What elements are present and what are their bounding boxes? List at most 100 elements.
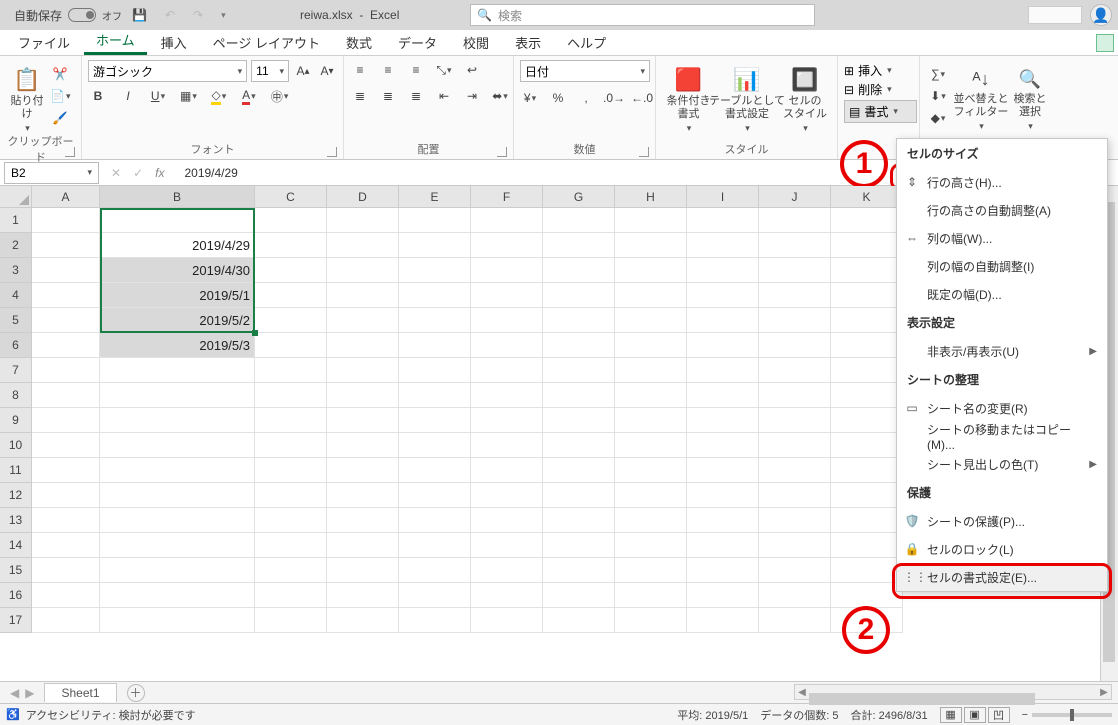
cell[interactable] — [615, 533, 687, 558]
align-left-icon[interactable]: ≣ — [350, 86, 370, 106]
cell[interactable] — [100, 408, 255, 433]
row-header[interactable]: 2 — [0, 233, 32, 258]
cell[interactable] — [615, 308, 687, 333]
cell[interactable] — [327, 533, 399, 558]
cell[interactable] — [687, 483, 759, 508]
cell[interactable] — [399, 333, 471, 358]
cell[interactable] — [759, 583, 831, 608]
cell[interactable] — [255, 483, 327, 508]
cell[interactable] — [831, 608, 903, 633]
cell[interactable] — [471, 583, 543, 608]
cell[interactable] — [471, 483, 543, 508]
cell[interactable] — [543, 608, 615, 633]
format-cells-button[interactable]: ▤書式▾ — [844, 100, 917, 123]
fill-icon[interactable]: ⬇▾ — [928, 86, 948, 106]
cell[interactable] — [615, 383, 687, 408]
menu-default-width[interactable]: 既定の幅(D)... — [897, 280, 1107, 308]
delete-cells-button[interactable]: ⊟削除▾ — [844, 81, 917, 98]
underline-button[interactable]: U▾ — [148, 86, 168, 106]
view-switcher[interactable]: ▦ ▣ 凹 — [940, 707, 1010, 723]
save-icon[interactable]: 💾 — [132, 8, 147, 22]
cell[interactable] — [543, 508, 615, 533]
cell[interactable] — [831, 233, 903, 258]
cell[interactable] — [687, 383, 759, 408]
cell[interactable] — [471, 233, 543, 258]
row-header[interactable]: 15 — [0, 558, 32, 583]
col-header[interactable]: K — [831, 186, 903, 208]
cell[interactable] — [399, 233, 471, 258]
copy-icon[interactable]: 📄▾ — [48, 86, 72, 106]
cell[interactable] — [759, 283, 831, 308]
cell[interactable] — [255, 508, 327, 533]
cell[interactable] — [831, 208, 903, 233]
undo-icon[interactable]: ↶ — [165, 8, 175, 22]
cell[interactable] — [100, 533, 255, 558]
cell[interactable] — [255, 358, 327, 383]
menu-lock-cell[interactable]: 🔒セルのロック(L) — [897, 535, 1107, 563]
format-as-table-button[interactable]: 📊 テーブルとして 書式設定▾ — [715, 60, 779, 141]
cut-icon[interactable]: ✂️ — [48, 64, 72, 84]
align-bottom-icon[interactable]: ≡ — [406, 60, 426, 80]
cell[interactable] — [100, 358, 255, 383]
col-header[interactable]: E — [399, 186, 471, 208]
cell[interactable] — [687, 308, 759, 333]
cell[interactable] — [543, 558, 615, 583]
cell[interactable] — [32, 433, 100, 458]
row-header[interactable]: 17 — [0, 608, 32, 633]
row-header[interactable]: 13 — [0, 508, 32, 533]
row-header[interactable]: 8 — [0, 383, 32, 408]
row-header[interactable]: 6 — [0, 333, 32, 358]
tab-formulas[interactable]: 数式 — [334, 29, 384, 55]
menu-autofit-col[interactable]: 列の幅の自動調整(I) — [897, 252, 1107, 280]
cell[interactable] — [100, 558, 255, 583]
cell[interactable] — [831, 408, 903, 433]
decrease-indent-icon[interactable]: ⇤ — [434, 86, 454, 106]
cell[interactable] — [543, 208, 615, 233]
cell[interactable] — [615, 208, 687, 233]
cell[interactable] — [759, 458, 831, 483]
cell[interactable] — [831, 558, 903, 583]
cell[interactable] — [687, 283, 759, 308]
cell[interactable] — [327, 408, 399, 433]
fill-color-button[interactable]: ◇▾ — [209, 86, 229, 106]
cell[interactable] — [831, 308, 903, 333]
cell[interactable] — [471, 408, 543, 433]
cell[interactable] — [471, 508, 543, 533]
cell[interactable] — [399, 358, 471, 383]
cell[interactable] — [327, 558, 399, 583]
cell[interactable] — [255, 233, 327, 258]
cell[interactable] — [32, 283, 100, 308]
col-header[interactable]: H — [615, 186, 687, 208]
enter-formula-icon[interactable]: ✓ — [133, 166, 143, 180]
cell-styles-button[interactable]: 🔲 セルの スタイル▾ — [779, 60, 831, 141]
cell[interactable] — [543, 408, 615, 433]
fx-icon[interactable]: fx — [155, 166, 164, 180]
cell[interactable] — [687, 458, 759, 483]
row-header[interactable]: 12 — [0, 483, 32, 508]
col-header[interactable]: J — [759, 186, 831, 208]
cell[interactable] — [327, 233, 399, 258]
cell[interactable] — [759, 533, 831, 558]
col-header[interactable]: B — [100, 186, 255, 208]
cell[interactable] — [687, 208, 759, 233]
merge-center-icon[interactable]: ⬌▾ — [490, 86, 510, 106]
insert-cells-button[interactable]: ⊞挿入▾ — [844, 62, 917, 79]
sheet-nav-prev-icon[interactable]: ◀ — [10, 686, 19, 700]
ruby-button[interactable]: ㊥▾ — [269, 86, 291, 106]
zoom-out-icon[interactable]: − — [1022, 709, 1028, 721]
cell[interactable] — [327, 458, 399, 483]
cell[interactable] — [543, 383, 615, 408]
cell[interactable] — [100, 433, 255, 458]
format-painter-icon[interactable]: 🖌️ — [48, 108, 72, 128]
cell[interactable] — [32, 358, 100, 383]
menu-move-copy[interactable]: シートの移動またはコピー(M)... — [897, 422, 1107, 450]
cell[interactable] — [471, 383, 543, 408]
cell[interactable] — [687, 583, 759, 608]
cell[interactable] — [399, 558, 471, 583]
comma-icon[interactable]: , — [576, 88, 596, 108]
account-area[interactable] — [1028, 6, 1082, 24]
font-size-select[interactable]: 11▾ — [251, 60, 289, 82]
tab-data[interactable]: データ — [386, 29, 449, 55]
cell[interactable] — [255, 433, 327, 458]
align-right-icon[interactable]: ≣ — [406, 86, 426, 106]
